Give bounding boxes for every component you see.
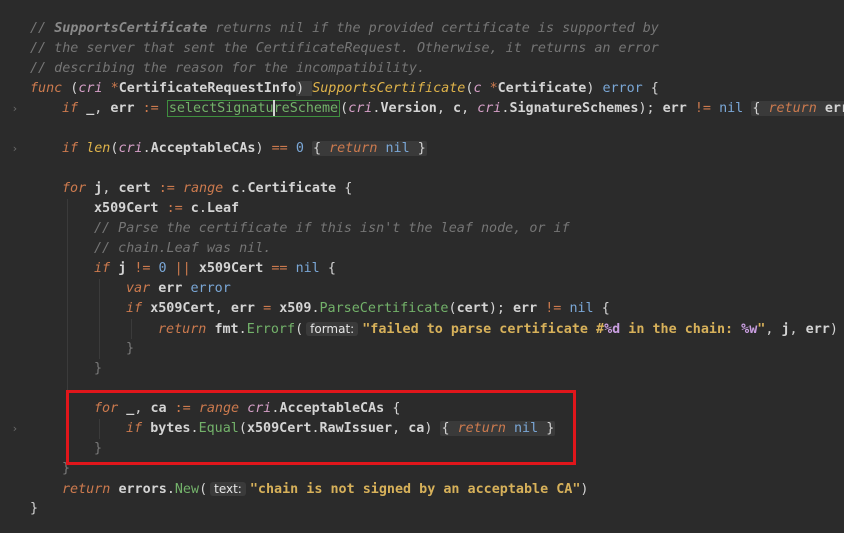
code-line: if _, err := selectSignatureScheme (cri.V… bbox=[30, 99, 844, 119]
code-line-comment: // the server that sent the CertificateR… bbox=[30, 41, 659, 56]
code-line: if x509Cert, err = x509.ParseCertificate… bbox=[30, 299, 844, 319]
editor-gutter: › › › bbox=[0, 0, 26, 533]
code-line: return errors.New(text: "chain is not sig… bbox=[62, 482, 589, 497]
code-line: } bbox=[30, 439, 844, 459]
code-line: if len(cri.AcceptableCAs) == 0 { return … bbox=[62, 141, 427, 156]
code-line: } bbox=[30, 359, 844, 379]
code-line-empty bbox=[30, 379, 844, 399]
chevron-right-icon[interactable]: › bbox=[10, 139, 20, 159]
code-line: x509Cert := c.Leaf bbox=[30, 199, 844, 219]
chevron-right-icon[interactable]: › bbox=[10, 99, 20, 119]
parameter-hint: text: bbox=[210, 482, 246, 496]
code-line: if bytes.Equal(x509Cert.RawIssuer, ca) {… bbox=[30, 419, 844, 439]
selected-identifier[interactable]: selectSignatureScheme bbox=[166, 100, 341, 117]
folded-block[interactable]: { return err bbox=[751, 101, 844, 116]
parameter-hint: format: bbox=[306, 322, 359, 336]
code-line: var err error bbox=[30, 279, 844, 299]
code-area[interactable]: // SupportsCertificate returns nil if th… bbox=[30, 19, 844, 519]
code-line-comment: // SupportsCertificate returns nil if th… bbox=[30, 21, 659, 36]
code-line: if j != 0 || x509Cert == nil { bbox=[30, 259, 844, 279]
code-editor[interactable]: › › › // SupportsCertificate returns nil… bbox=[0, 0, 844, 533]
folded-block[interactable]: { return nil } bbox=[311, 141, 427, 156]
chevron-right-icon[interactable]: › bbox=[10, 419, 20, 439]
code-line-comment: // chain.Leaf was nil. bbox=[30, 239, 844, 259]
code-line: } bbox=[62, 461, 71, 476]
folded-block[interactable]: { return nil } bbox=[440, 421, 556, 436]
code-line: for _, ca := range cri.AcceptableCAs { bbox=[30, 399, 844, 419]
code-line-comment: // describing the reason for the incompa… bbox=[30, 61, 426, 76]
code-line: for j, cert := range c.Certificate { bbox=[62, 181, 353, 196]
code-line: return fmt.Errorf(format: "failed to pars… bbox=[30, 319, 844, 339]
code-line: } bbox=[30, 339, 844, 359]
code-line: } bbox=[30, 501, 39, 516]
code-line-func-signature: func (cri *CertificateRequestInfo) Suppo… bbox=[30, 81, 659, 96]
code-line-comment: // Parse the certificate if this isn't t… bbox=[30, 219, 844, 239]
